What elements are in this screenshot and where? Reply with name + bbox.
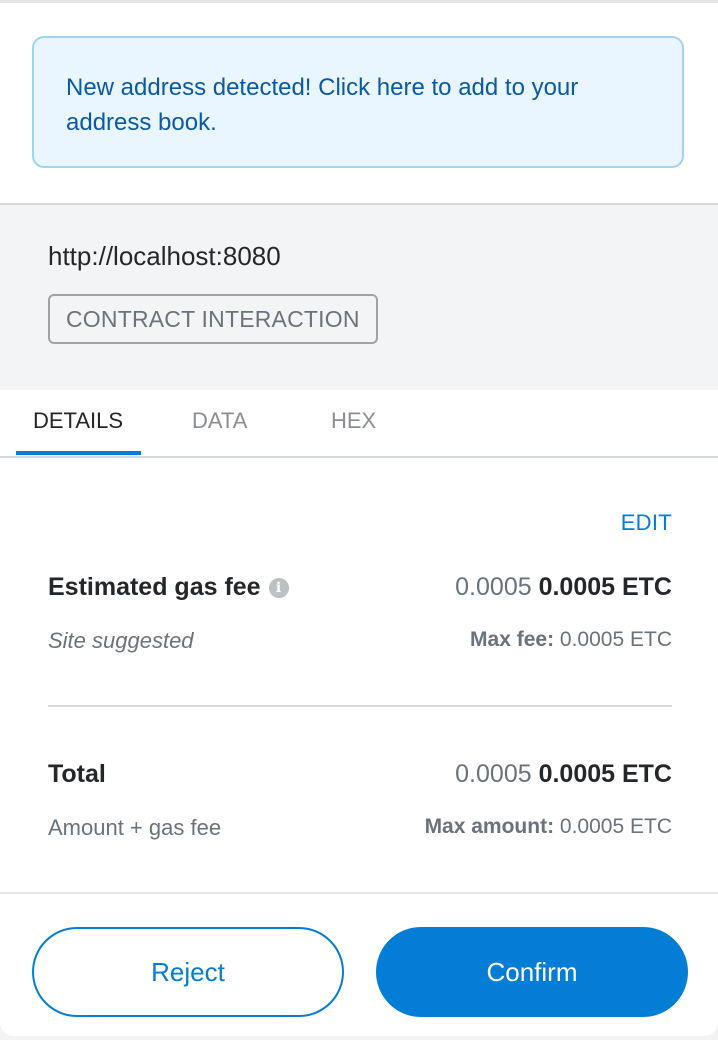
max-amount: Max amount: 0.0005 ETC: [425, 815, 672, 839]
edit-gas-button[interactable]: EDIT: [621, 510, 672, 536]
tab-hex[interactable]: HEX: [331, 408, 376, 434]
gas-fee-bold: 0.0005 ETC: [538, 573, 672, 601]
total-label: Total: [48, 760, 106, 788]
confirm-transaction-popup: New address detected! Click here to add …: [0, 0, 718, 1036]
tab-bar: DETAILS DATA HEX: [0, 390, 718, 458]
max-amount-value: 0.0005 ETC: [559, 815, 672, 838]
origin-url: http://localhost:8080: [48, 241, 281, 271]
tab-details[interactable]: DETAILS: [33, 408, 123, 434]
total-bold: 0.0005 ETC: [538, 760, 672, 788]
max-fee: Max fee: 0.0005 ETC: [470, 628, 672, 652]
top-border: [0, 0, 718, 3]
contract-interaction-badge: CONTRACT INTERACTION: [48, 294, 378, 344]
confirm-button[interactable]: Confirm: [376, 927, 688, 1017]
new-address-notice[interactable]: New address detected! Click here to add …: [32, 36, 684, 168]
total-plain: 0.0005: [455, 760, 532, 788]
active-tab-indicator: [16, 451, 141, 455]
site-suggested-label: Site suggested: [48, 628, 194, 653]
gas-fee-plain: 0.0005: [455, 573, 532, 601]
info-icon[interactable]: i: [268, 578, 289, 598]
footer: Reject Confirm: [0, 892, 718, 1036]
estimated-gas-fee-text: Estimated gas fee: [48, 573, 261, 601]
reject-button[interactable]: Reject: [32, 927, 344, 1017]
max-amount-label: Max amount:: [424, 815, 555, 838]
max-fee-value: 0.0005 ETC: [559, 628, 672, 651]
max-fee-label: Max fee:: [470, 628, 555, 651]
origin-section: http://localhost:8080 CONTRACT INTERACTI…: [0, 203, 718, 390]
total-value: 0.0005 0.0005 ETC: [455, 760, 672, 789]
tab-data[interactable]: DATA: [192, 408, 247, 434]
divider: [48, 705, 672, 707]
estimated-gas-fee-value: 0.0005 0.0005 ETC: [455, 573, 672, 602]
amount-plus-gas-label: Amount + gas fee: [48, 815, 222, 840]
estimated-gas-fee-label: Estimated gas fee i: [48, 573, 289, 602]
